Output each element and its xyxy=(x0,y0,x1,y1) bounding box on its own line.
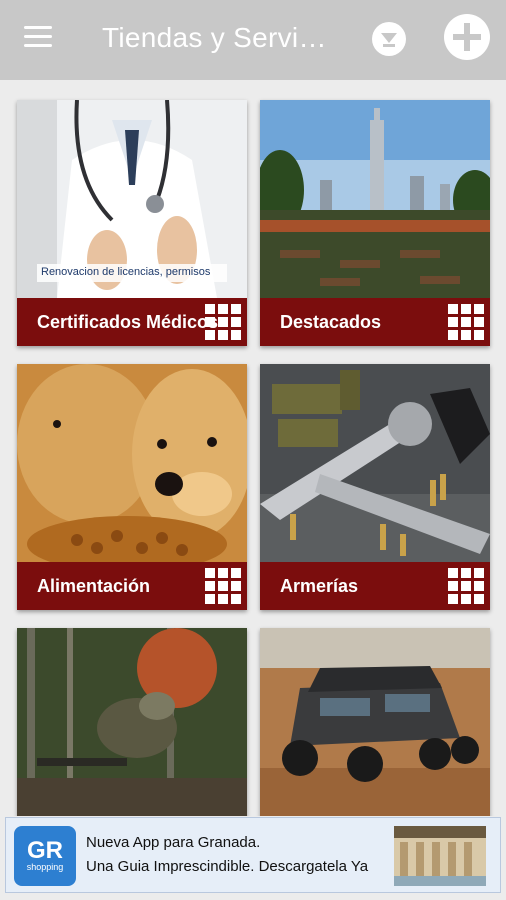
hunter-image xyxy=(17,628,247,816)
app-bar: Tiendas y Servici… xyxy=(0,0,506,80)
grid-icon xyxy=(203,302,243,342)
puppies-image xyxy=(17,364,247,562)
grid-icon xyxy=(446,566,486,606)
add-button[interactable] xyxy=(444,14,490,60)
city-terrace-image xyxy=(260,100,490,298)
ad-logo: GR shopping xyxy=(14,826,76,886)
category-card-vehicles[interactable] xyxy=(260,628,490,816)
ad-thumbnail xyxy=(394,826,486,886)
card-label: Armerías xyxy=(280,576,359,596)
ad-logo-sub: shopping xyxy=(26,862,64,872)
doctor-image: Renovacion de licencias, permisos xyxy=(17,100,247,298)
ad-banner[interactable]: GR shopping Nueva App para Granada. Una … xyxy=(5,817,501,893)
filter-button[interactable] xyxy=(372,22,406,56)
card-footer: Destacados xyxy=(260,298,490,346)
card-footer: Certificados Médicos xyxy=(17,298,247,346)
revolvers-image xyxy=(260,364,490,562)
card-label: Alimentación xyxy=(37,576,151,596)
grid-icon xyxy=(446,302,486,342)
category-card-armerias[interactable]: Armerías xyxy=(260,364,490,610)
ad-title: Nueva App para Granada. xyxy=(86,834,261,851)
offroad-vehicle-image xyxy=(260,628,490,816)
plus-icon xyxy=(453,23,481,51)
ad-logo-text: GR xyxy=(27,837,63,864)
card-caption: Renovacion de licencias, permisos xyxy=(37,264,227,282)
card-footer: Armerías xyxy=(260,562,490,610)
ad-subtitle: Una Guia Imprescindible. Descargatela Ya xyxy=(86,858,369,875)
card-label: Certificados Médicos xyxy=(37,312,219,332)
category-card-destacados[interactable]: Destacados xyxy=(260,100,490,346)
category-card-alimentacion[interactable]: Alimentación xyxy=(17,364,247,610)
page-title: Tiendas y Servici… xyxy=(102,22,340,53)
filter-icon xyxy=(381,33,397,47)
card-footer: Alimentación xyxy=(17,562,247,610)
category-card-hunting[interactable] xyxy=(17,628,247,816)
card-label: Destacados xyxy=(280,312,382,332)
hamburger-menu-icon[interactable] xyxy=(24,26,52,48)
category-card-certificados-medicos[interactable]: Renovacion de licencias, permisos Certif… xyxy=(17,100,247,346)
category-grid: Renovacion de licencias, permisos Certif… xyxy=(0,80,506,816)
grid-icon xyxy=(203,566,243,606)
